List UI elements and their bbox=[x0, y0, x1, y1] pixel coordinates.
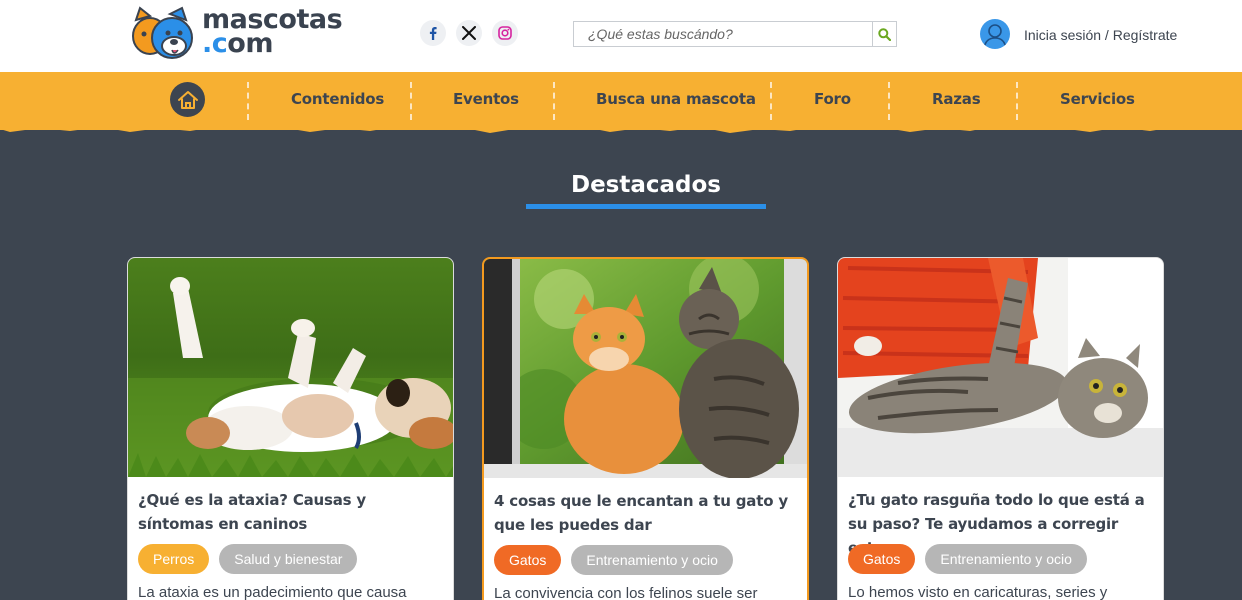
nav-item-contenidos[interactable]: Contenidos bbox=[291, 90, 384, 108]
article-card[interactable]: 4 cosas que le encantan a tu gato y que … bbox=[482, 257, 809, 600]
tag-gatos[interactable]: Gatos bbox=[494, 545, 562, 575]
nav-item-razas[interactable]: Razas bbox=[932, 90, 981, 108]
article-tags: Gatos Entrenamiento y ocio bbox=[494, 545, 733, 575]
article-tags: Gatos Entrenamiento y ocio bbox=[848, 544, 1087, 574]
tag-perros[interactable]: Perros bbox=[138, 544, 210, 574]
auth-separator: / bbox=[1101, 27, 1113, 43]
search-icon bbox=[878, 27, 891, 41]
nav-item-eventos[interactable]: Eventos bbox=[453, 90, 519, 108]
x-link[interactable] bbox=[456, 20, 482, 46]
cat-scratching-image bbox=[838, 258, 1163, 477]
tag-entrenamiento[interactable]: Entrenamiento y ocio bbox=[571, 545, 733, 575]
nav-divider bbox=[770, 82, 772, 120]
auth-links: Inicia sesión / Regístrate bbox=[1024, 27, 1177, 43]
facebook-icon bbox=[429, 27, 437, 40]
two-cats-window-image bbox=[484, 259, 807, 478]
nav-item-servicios[interactable]: Servicios bbox=[1060, 90, 1135, 108]
nav-divider bbox=[888, 82, 890, 120]
article-title[interactable]: ¿Qué es la ataxia? Causas y síntomas en … bbox=[138, 488, 438, 536]
instagram-link[interactable] bbox=[492, 20, 518, 46]
nav-torn-edge bbox=[0, 118, 1242, 133]
article-card[interactable]: ¿Tu gato rasguña todo lo que está a su p… bbox=[837, 257, 1164, 600]
search-input[interactable] bbox=[574, 22, 872, 46]
x-icon bbox=[462, 26, 476, 40]
section-underline bbox=[526, 204, 766, 209]
article-tags: Perros Salud y bienestar bbox=[138, 544, 358, 574]
top-header: mascotas .com ¿Qué estas buscándo? Inici… bbox=[0, 0, 1242, 72]
article-excerpt: La convivencia con los felinos suele ser bbox=[494, 585, 758, 600]
article-image-dog bbox=[128, 258, 453, 477]
home-button[interactable] bbox=[170, 82, 205, 117]
nav-divider bbox=[553, 82, 555, 120]
search-bar bbox=[573, 21, 897, 47]
logo-pets-icon bbox=[132, 6, 193, 59]
logo-wordmark: mascotas .com bbox=[202, 6, 343, 59]
article-excerpt: Lo hemos visto en caricaturas, series y bbox=[848, 584, 1108, 600]
nav-divider bbox=[1016, 82, 1018, 120]
dog-on-grass-image bbox=[128, 258, 453, 477]
tag-salud[interactable]: Salud y bienestar bbox=[219, 544, 358, 574]
user-avatar[interactable] bbox=[980, 19, 1010, 49]
facebook-link[interactable] bbox=[420, 20, 446, 46]
nav-divider bbox=[410, 82, 412, 120]
nav-item-busca-mascota[interactable]: Busca una mascota bbox=[596, 90, 756, 108]
section-title: Destacados bbox=[570, 172, 721, 198]
register-link[interactable]: Regístrate bbox=[1113, 27, 1178, 43]
tag-entrenamiento[interactable]: Entrenamiento y ocio bbox=[925, 544, 1087, 574]
nav-item-foro[interactable]: Foro bbox=[814, 90, 851, 108]
nav-divider bbox=[247, 82, 249, 120]
article-image-cat-scratching bbox=[838, 258, 1163, 477]
user-icon bbox=[983, 24, 1007, 49]
article-image-cats bbox=[484, 259, 807, 478]
article-title[interactable]: 4 cosas que le encantan a tu gato y que … bbox=[494, 489, 794, 537]
tag-gatos[interactable]: Gatos bbox=[848, 544, 916, 574]
login-link[interactable]: Inicia sesión bbox=[1024, 27, 1101, 43]
site-logo[interactable]: mascotas .com bbox=[130, 6, 343, 62]
instagram-icon bbox=[498, 26, 512, 40]
logo-line2: .com bbox=[202, 28, 273, 59]
home-icon bbox=[177, 90, 198, 109]
article-card[interactable]: ¿Qué es la ataxia? Causas y síntomas en … bbox=[127, 257, 454, 600]
article-excerpt: La ataxia es un padecimiento que causa bbox=[138, 584, 407, 600]
search-button[interactable] bbox=[872, 22, 896, 46]
